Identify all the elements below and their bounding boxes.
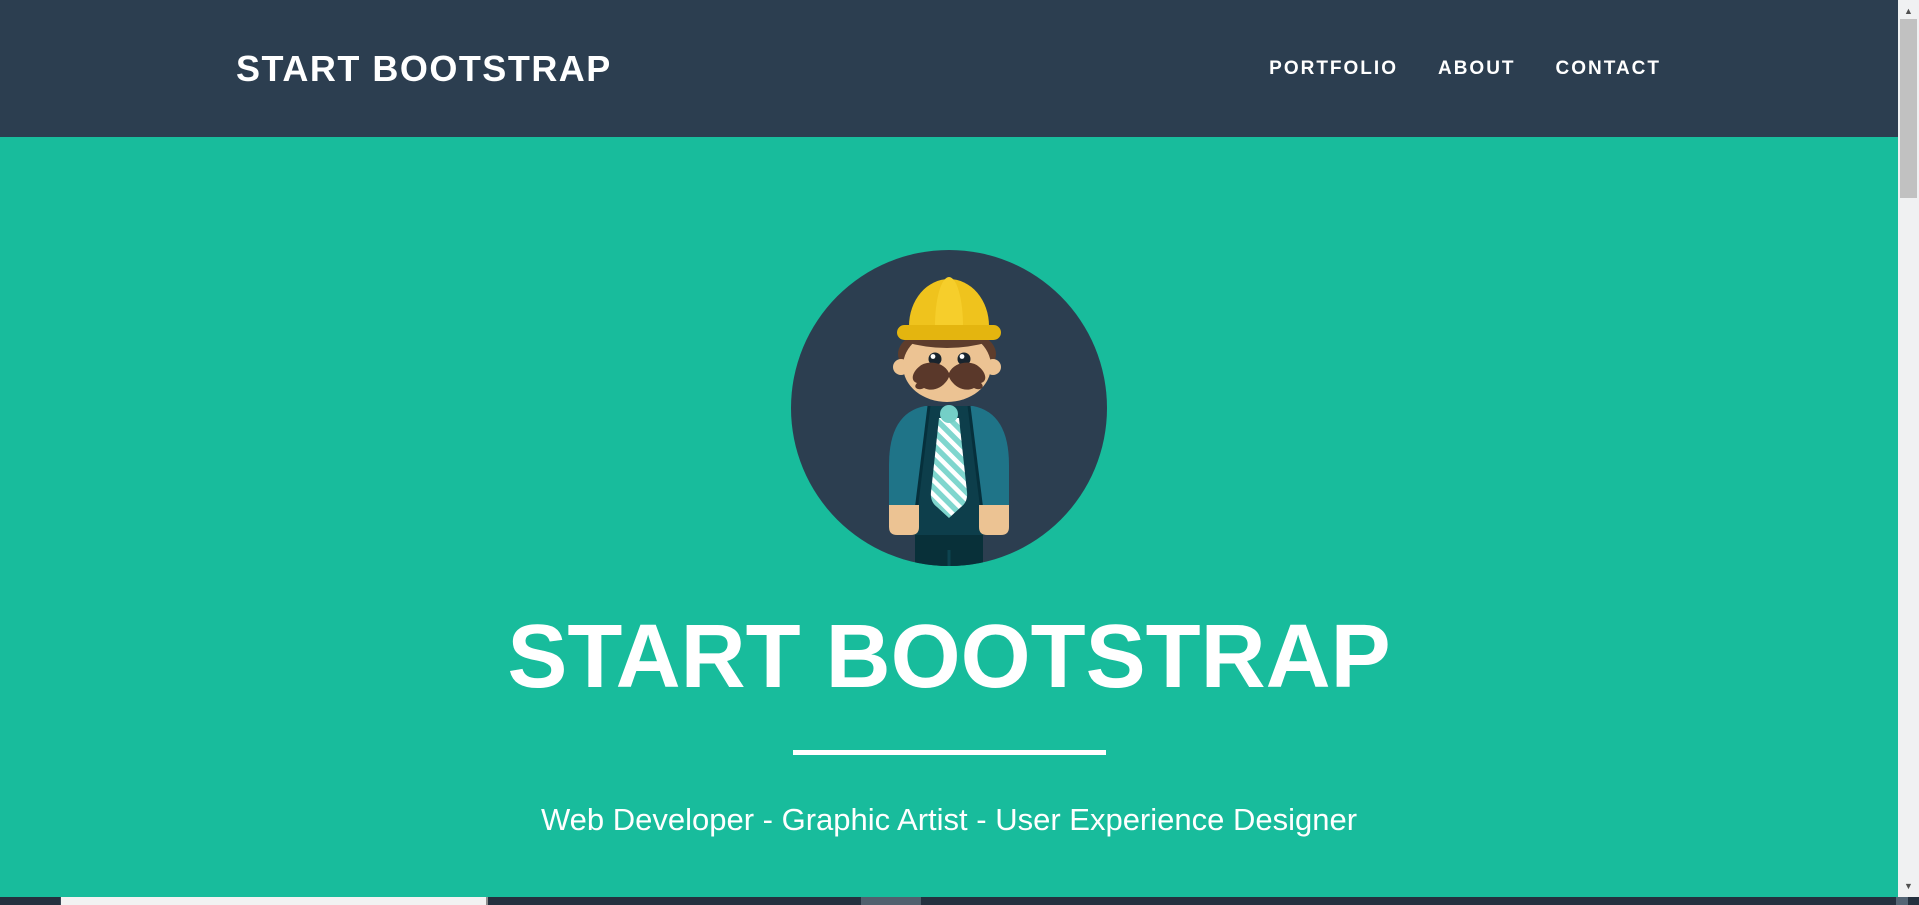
taskbar-active-app[interactable] [861,897,921,905]
nav-link-contact[interactable]: CONTACT [1556,58,1661,80]
avatar-left-hand [889,505,919,535]
avatar-tie-knot [940,405,958,423]
construction-worker-icon [791,250,1107,566]
scroll-up-button[interactable]: ▲ [1898,2,1919,19]
hero-section: START BOOTSTRAP Web Developer - Graphic … [0,137,1898,897]
scroll-down-button[interactable]: ▼ [1898,877,1919,894]
vertical-scrollbar-thumb[interactable] [1900,19,1917,198]
navbar-brand[interactable]: START BOOTSTRAP [236,48,612,90]
hero-subtitle: Web Developer - Graphic Artist - User Ex… [541,801,1357,840]
taskbar-tray-segment [1896,897,1908,905]
taskbar-strip [0,897,1919,905]
avatar [791,250,1107,566]
divider-line [793,750,1106,755]
taskbar-search-box[interactable] [60,897,488,905]
navbar: START BOOTSTRAP PORTFOLIO ABOUT CONTACT [0,0,1898,137]
navbar-container: START BOOTSTRAP PORTFOLIO ABOUT CONTACT [236,0,1661,137]
navbar-menu: PORTFOLIO ABOUT CONTACT [1269,58,1661,80]
avatar-right-hand [979,505,1009,535]
page-viewport: START BOOTSTRAP PORTFOLIO ABOUT CONTACT [0,0,1898,897]
down-arrow-icon: ▼ [1904,881,1913,891]
nav-link-portfolio[interactable]: PORTFOLIO [1269,58,1398,80]
hero-title: START BOOTSTRAP [507,612,1390,702]
up-arrow-icon: ▲ [1904,6,1913,16]
avatar-hard-hat-brim [897,325,1001,340]
vertical-scrollbar[interactable]: ▲ ▼ [1898,0,1919,897]
nav-link-about[interactable]: ABOUT [1438,58,1516,80]
